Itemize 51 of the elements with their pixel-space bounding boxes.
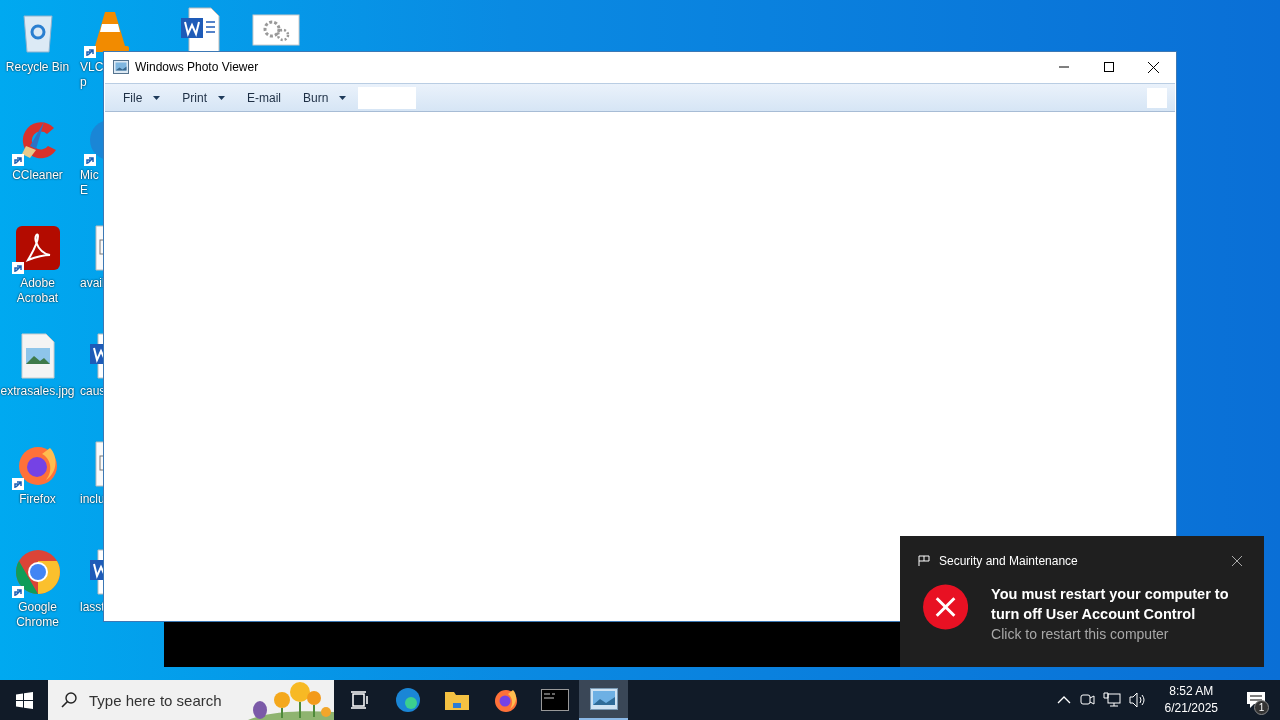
- menu-button[interactable]: Burn: [295, 84, 355, 111]
- icon-label[interactable]: avail: [80, 276, 105, 291]
- icon-label[interactable]: Google: [18, 600, 57, 615]
- icon-label[interactable]: Acrobat: [16, 291, 59, 306]
- notification-title: You must restart your computer to turn off User Account Control: [991, 585, 1230, 624]
- search-icon: [61, 692, 77, 708]
- edge-icon: [394, 687, 421, 713]
- blank-field: [358, 86, 417, 109]
- error-icon: [923, 584, 969, 630]
- search-field[interactable]: Type here to search: [87, 690, 241, 710]
- icon-label[interactable]: VLC: [80, 60, 104, 75]
- notification-app-name: Security and Maintenance: [939, 554, 1078, 568]
- icon-label[interactable]: Adobe: [20, 276, 55, 291]
- windows-logo-icon: [15, 691, 33, 709]
- notification-message: Click to restart this computer: [991, 625, 1170, 644]
- notification-toast[interactable]: Security and Maintenance You must restart your computer to turn off User Account Control Click to restart this computer: [900, 536, 1264, 667]
- icon-label[interactable]: Chrome: [16, 615, 59, 630]
- icon-label[interactable]: extrasales.jpg: [0, 384, 75, 399]
- clock-date[interactable]: 6/21/2025: [1164, 700, 1218, 717]
- task-view-icon: [348, 690, 369, 710]
- clock-time[interactable]: 8:52 AM: [1169, 683, 1214, 700]
- close-icon[interactable]: [1232, 556, 1242, 566]
- chevron-up-icon[interactable]: [1056, 696, 1071, 704]
- chrome-icon: [13, 548, 62, 596]
- folder-icon: [443, 689, 470, 711]
- maximize-icon: [1103, 62, 1114, 72]
- shield-flag-icon: [918, 555, 930, 567]
- menu-button[interactable]: Print: [174, 84, 234, 111]
- icon-label[interactable]: Mic: [80, 168, 99, 183]
- firefox-icon: [492, 687, 519, 713]
- pdf-icon: [13, 224, 62, 272]
- photo-viewer-icon: [113, 60, 129, 74]
- taskbar-app-button[interactable]: [579, 680, 628, 720]
- terminal-icon: [540, 689, 569, 711]
- camera-icon[interactable]: [1078, 692, 1095, 708]
- photo-viewer-icon: [589, 688, 618, 710]
- network-icon[interactable]: [1102, 692, 1121, 708]
- icon-label[interactable]: Recycle Bin: [5, 60, 70, 75]
- window-title: Windows Photo Viewer: [135, 60, 259, 74]
- icon-label[interactable]: caus: [80, 384, 106, 399]
- search-bar[interactable]: Type here to search: [48, 680, 334, 720]
- menu-button[interactable]: E-mail: [239, 84, 290, 111]
- menu-button[interactable]: File: [115, 84, 169, 111]
- icon-label[interactable]: CCleaner: [12, 168, 63, 183]
- icon-label[interactable]: lasst: [80, 600, 105, 615]
- icon-label[interactable]: E: [80, 183, 88, 198]
- speaker-icon[interactable]: [1128, 692, 1147, 708]
- icon-label[interactable]: p: [80, 75, 87, 90]
- close-icon: [1148, 61, 1159, 73]
- icon-label[interactable]: Firefox: [19, 492, 56, 507]
- notification-count: 1: [1254, 700, 1269, 715]
